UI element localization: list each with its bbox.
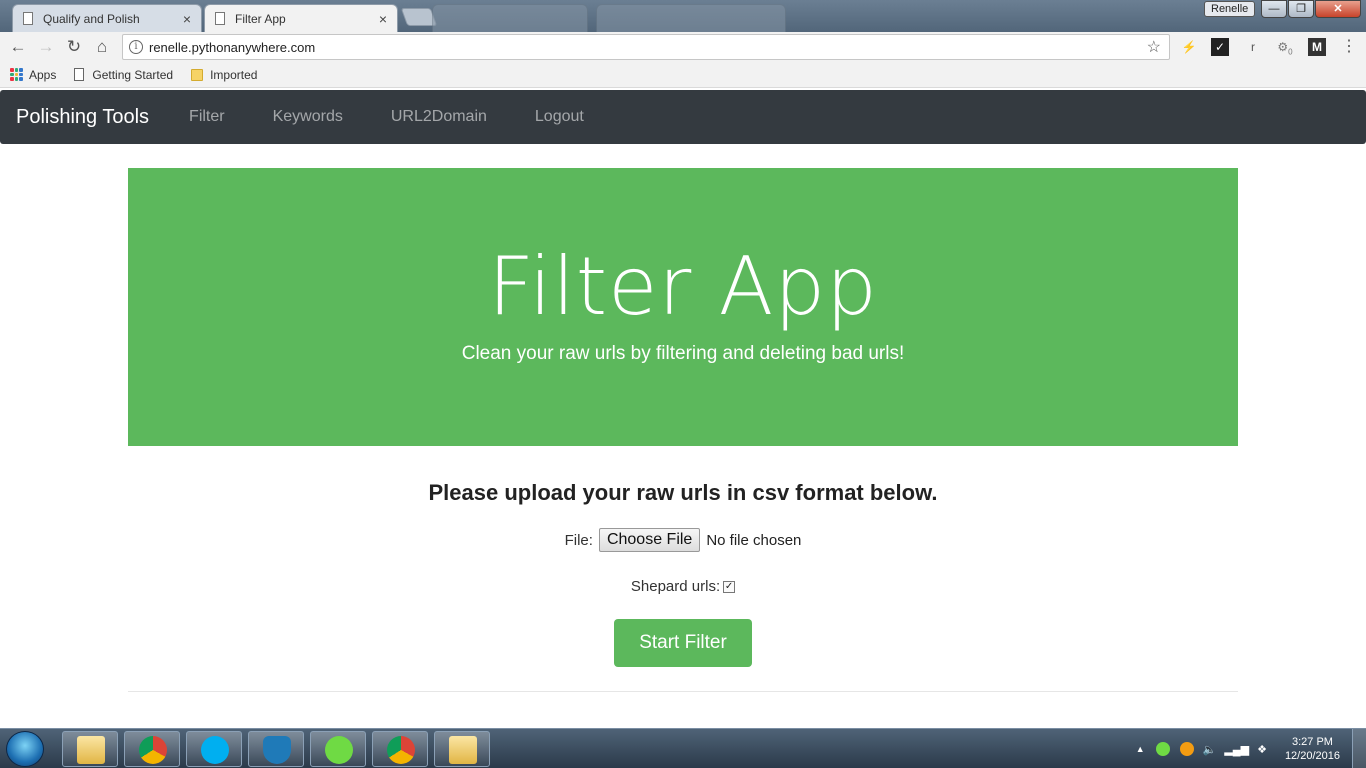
bookmark-imported[interactable]: Imported xyxy=(191,68,257,82)
show-hidden-icons-icon[interactable]: ▲ xyxy=(1136,744,1145,754)
bookmarks-bar: Apps Getting Started Imported xyxy=(0,62,1366,88)
taskbar-upwork-button[interactable] xyxy=(310,731,366,767)
bookmark-star-icon[interactable]: ☆ xyxy=(1147,37,1161,57)
extension-m-icon[interactable]: M xyxy=(1308,38,1326,56)
taskbar-skype-button[interactable] xyxy=(186,731,242,767)
skype-icon xyxy=(201,736,229,764)
tab-filter-app[interactable]: Filter App × xyxy=(204,4,398,32)
folder-icon xyxy=(191,68,204,81)
tab-title: Filter App xyxy=(235,11,286,26)
divider xyxy=(128,691,1238,692)
back-arrow-icon[interactable]: ← xyxy=(4,37,32,57)
clock-date: 12/20/2016 xyxy=(1284,750,1340,762)
tab-qualify-and-polish[interactable]: Qualify and Polish × xyxy=(12,4,202,32)
nav-link-url2domain[interactable]: URL2Domain xyxy=(391,108,487,126)
checkbox-row: Shepard urls: ✓ xyxy=(128,578,1238,595)
bookmark-label: Apps xyxy=(29,67,57,82)
dropbox-icon[interactable]: ❖ xyxy=(1257,743,1267,756)
nav-link-keywords[interactable]: Keywords xyxy=(273,108,343,126)
folder-icon xyxy=(449,736,477,764)
extension-gear-icon[interactable]: ⚙0 xyxy=(1276,38,1294,56)
system-tray: ▲ 🔈 ▂▄▆ ❖ 3:27 PM 12/20/2016 xyxy=(1136,729,1366,768)
extension-icon[interactable]: ⚡ xyxy=(1180,38,1198,56)
folder-icon xyxy=(77,736,105,764)
extension-badge: 0 xyxy=(1288,47,1293,57)
app-navbar: Polishing Tools Filter Keywords URL2Doma… xyxy=(0,90,1366,144)
tab-close-icon[interactable]: × xyxy=(379,11,387,27)
address-bar[interactable]: i renelle.pythonanywhere.com ☆ xyxy=(122,34,1170,60)
taskbar-explorer-button[interactable] xyxy=(434,731,490,767)
windows-taskbar: ▲ 🔈 ▂▄▆ ❖ 3:27 PM 12/20/2016 xyxy=(0,728,1366,768)
nav-link-logout[interactable]: Logout xyxy=(535,108,584,126)
choose-file-button[interactable]: Choose File xyxy=(598,528,701,552)
page-icon xyxy=(74,68,85,81)
close-window-button[interactable]: ✕ xyxy=(1315,0,1361,18)
tab-title: Qualify and Polish xyxy=(43,11,140,26)
bookmark-apps[interactable]: Apps xyxy=(10,68,56,82)
background-window-tab xyxy=(596,4,786,32)
tab-close-icon[interactable]: × xyxy=(183,11,191,27)
page-subtitle: Clean your raw urls by filtering and del… xyxy=(461,343,905,364)
navbar-brand[interactable]: Polishing Tools xyxy=(16,106,149,129)
page-icon xyxy=(23,12,33,25)
start-filter-button[interactable]: Start Filter xyxy=(614,619,752,667)
file-status-text: No file chosen xyxy=(706,531,802,549)
extension-r-icon[interactable]: r xyxy=(1244,38,1262,56)
background-window-tab xyxy=(432,4,588,32)
bookmark-label: Getting Started xyxy=(92,67,174,82)
clock[interactable]: 3:27 PM 12/20/2016 xyxy=(1285,735,1340,763)
shepard-urls-checkbox[interactable]: ✓ xyxy=(723,580,736,593)
taskbar-chrome-button[interactable] xyxy=(372,731,428,767)
menu-kebab-icon[interactable]: ⋮ xyxy=(1340,38,1358,56)
file-row: File: Choose File No file chosen xyxy=(128,528,1238,552)
app-tray-icon[interactable] xyxy=(1179,742,1194,756)
profile-button[interactable]: Renelle xyxy=(1204,1,1256,17)
windows-start-icon[interactable] xyxy=(6,731,44,767)
clock-time: 3:27 PM xyxy=(1291,736,1333,748)
browser-titlebar: Qualify and Polish × Filter App × Renell… xyxy=(0,0,1366,32)
maximize-button[interactable]: ❐ xyxy=(1288,0,1314,18)
taskbar-chrome-button[interactable] xyxy=(124,731,180,767)
nav-link-filter[interactable]: Filter xyxy=(189,108,225,126)
extension-check-icon[interactable]: ✓ xyxy=(1211,38,1229,56)
apps-grid-icon xyxy=(10,68,23,81)
network-signal-icon[interactable]: ▂▄▆ xyxy=(1224,743,1249,756)
chrome-icon xyxy=(387,736,415,764)
page-title: Filter App xyxy=(488,240,878,333)
browser-toolbar: ← → ↻ ⌂ i renelle.pythonanywhere.com ☆ ⚡… xyxy=(0,32,1366,62)
file-label: File: xyxy=(564,531,593,549)
upwork-icon xyxy=(325,736,353,764)
shield-icon xyxy=(263,736,291,764)
chrome-icon xyxy=(139,736,167,764)
bookmark-label: Imported xyxy=(210,67,258,82)
upwork-tray-icon[interactable] xyxy=(1155,742,1170,756)
upload-form: Please upload your raw urls in csv forma… xyxy=(128,470,1238,667)
hero-banner: Filter App Clean your raw urls by filter… xyxy=(128,168,1238,446)
show-desktop-button[interactable] xyxy=(1352,729,1366,768)
reload-icon[interactable]: ↻ xyxy=(60,37,88,57)
checkbox-label: Shepard urls: xyxy=(630,578,721,595)
taskbar-explorer-button[interactable] xyxy=(62,731,118,767)
forward-arrow-icon[interactable]: → xyxy=(32,37,60,57)
site-info-icon[interactable]: i xyxy=(129,40,143,54)
page-icon xyxy=(215,12,225,25)
home-icon[interactable]: ⌂ xyxy=(88,37,116,57)
bookmark-getting-started[interactable]: Getting Started xyxy=(74,68,173,82)
minimize-button[interactable]: — xyxy=(1261,0,1287,18)
form-heading: Please upload your raw urls in csv forma… xyxy=(428,480,938,505)
volume-icon[interactable]: 🔈 xyxy=(1203,743,1217,756)
url-text[interactable]: renelle.pythonanywhere.com xyxy=(149,40,315,55)
taskbar-security-button[interactable] xyxy=(248,731,304,767)
